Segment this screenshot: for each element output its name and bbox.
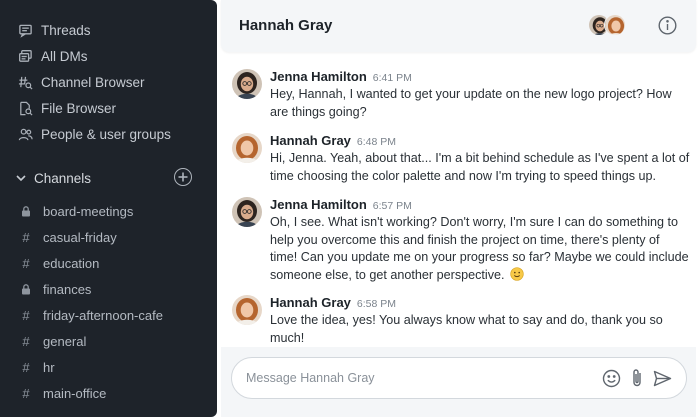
nav-threads[interactable]: Threads — [0, 17, 217, 43]
avatar-hannah-gray — [604, 14, 626, 36]
avatar[interactable] — [232, 69, 262, 99]
nav-label: Threads — [41, 22, 91, 38]
hash-icon: # — [22, 359, 30, 375]
hash-icon: # — [22, 307, 30, 323]
message-text: Oh, I see. What isn't working? Don't wor… — [270, 214, 690, 284]
plus-icon — [178, 172, 188, 182]
channel-general[interactable]: # general — [0, 328, 217, 354]
nav-label: All DMs — [41, 48, 88, 64]
channel-casual-friday[interactable]: # casual-friday — [0, 224, 217, 250]
conversation-header: Hannah Gray — [221, 0, 696, 52]
add-channel-button[interactable] — [174, 168, 192, 186]
message-timestamp: 6:58 PM — [356, 298, 397, 310]
message-timestamp: 6:48 PM — [356, 136, 397, 148]
channel-education[interactable]: # education — [0, 250, 217, 276]
hash-icon: # — [22, 255, 30, 271]
paperclip-icon — [633, 369, 641, 387]
message-author[interactable]: Hannah Gray — [270, 295, 351, 310]
conversation-pane: Hannah Gray Jenna Hamilton 6:41 PM Hey, … — [217, 0, 700, 417]
message-body: Oh, I see. What isn't working? Don't wor… — [270, 215, 689, 282]
channel-label: main-office — [43, 385, 107, 401]
message-text: Hi, Jenna. Yeah, about that... I'm a bit… — [270, 151, 690, 183]
send-button[interactable] — [652, 368, 672, 388]
info-button[interactable] — [658, 16, 677, 35]
channel-label: finances — [43, 281, 92, 297]
nav-label: File Browser — [41, 100, 117, 116]
channel-friday-afternoon-cafe[interactable]: # friday-afternoon-cafe — [0, 302, 217, 328]
avatar[interactable] — [232, 133, 262, 163]
channel-label: hr — [43, 359, 55, 375]
nav-file-browser[interactable]: File Browser — [0, 95, 217, 121]
nav-all-dms[interactable]: All DMs — [0, 43, 217, 69]
message-composer[interactable] — [231, 357, 687, 399]
dms-icon — [17, 48, 34, 65]
channel-label: board-meetings — [43, 203, 134, 219]
emoji-icon — [602, 369, 620, 387]
threads-icon — [17, 22, 34, 39]
chevron-down-icon — [16, 175, 26, 182]
hash-icon: # — [22, 333, 30, 349]
nav-channel-browser[interactable]: Channel Browser — [0, 69, 217, 95]
send-icon — [653, 370, 671, 386]
people-icon — [17, 126, 34, 143]
channel-label: general — [43, 333, 87, 349]
message-author[interactable]: Jenna Hamilton — [270, 69, 367, 84]
slightly-smiling-emoji-icon — [510, 266, 524, 281]
hash-icon: # — [22, 229, 30, 245]
message-author[interactable]: Hannah Gray — [270, 133, 351, 148]
sidebar: Threads All DMs Channel Browser File Bro… — [0, 0, 217, 417]
channel-board-meetings[interactable]: board-meetings — [0, 198, 217, 224]
message-text: Love the idea, yes! You always know what… — [270, 313, 663, 345]
message-text: Hey, Hannah, I wanted to get your update… — [270, 87, 672, 119]
conversation-title: Hannah Gray — [239, 17, 333, 34]
channel-hr[interactable]: # hr — [0, 354, 217, 380]
message-input[interactable] — [246, 368, 586, 388]
avatar[interactable] — [232, 197, 262, 227]
nav-people[interactable]: People & user groups — [0, 121, 217, 147]
nav-label: People & user groups — [41, 126, 171, 142]
message-timestamp: 6:57 PM — [372, 200, 412, 212]
nav-label: Channel Browser — [41, 74, 145, 90]
channel-label: education — [43, 255, 100, 271]
channel-label: friday-afternoon-cafe — [43, 307, 163, 323]
emoji-button[interactable] — [601, 368, 621, 388]
channel-browser-icon — [17, 74, 34, 91]
channel-main-office[interactable]: # main-office — [0, 380, 217, 406]
message-list: Jenna Hamilton 6:41 PM Hey, Hannah, I wa… — [217, 52, 700, 347]
lock-icon — [20, 205, 32, 217]
lock-icon — [20, 283, 32, 295]
avatar[interactable] — [232, 295, 262, 325]
participants-avatars[interactable] — [588, 14, 628, 38]
hash-icon: # — [22, 385, 30, 401]
channel-finances[interactable]: finances — [0, 276, 217, 302]
channels-header-label: Channels — [34, 170, 92, 186]
message-timestamp: 6:41 PM — [372, 72, 412, 84]
attach-button[interactable] — [627, 368, 647, 388]
file-browser-icon — [17, 100, 34, 117]
info-icon — [658, 16, 677, 35]
message-author[interactable]: Jenna Hamilton — [270, 197, 367, 212]
channel-label: casual-friday — [43, 229, 117, 245]
